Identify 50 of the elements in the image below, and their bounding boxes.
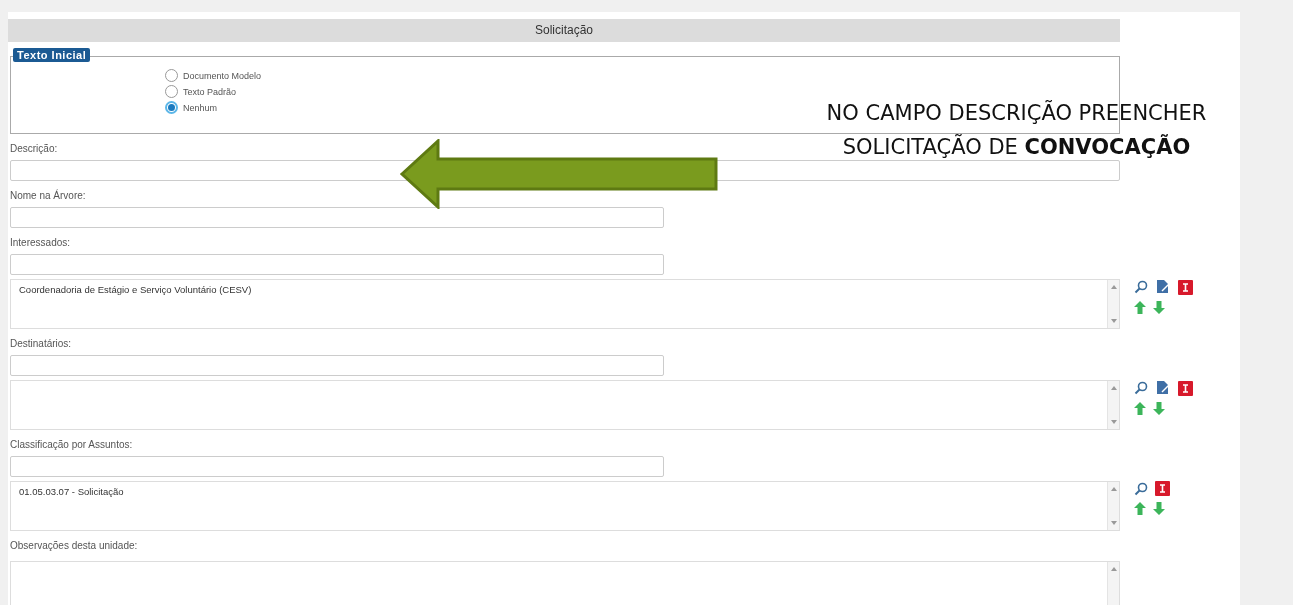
search-icon[interactable]	[1134, 481, 1148, 496]
scroll-down-icon[interactable]	[1110, 521, 1117, 525]
field-label: Nome na Árvore:	[10, 190, 86, 202]
text-area[interactable]	[10, 561, 1120, 605]
field-label: Classificação por Assuntos:	[10, 439, 133, 451]
scroll-up-icon[interactable]	[1110, 285, 1117, 289]
list-item[interactable]: Coordenadoria de Estágio e Serviço Voluntário (CESV)	[19, 284, 252, 295]
search-icon[interactable]	[1134, 381, 1148, 395]
list-item[interactable]: 01.05.03.07 - Solicitação	[19, 486, 124, 497]
radio-label: Texto Padrão	[183, 86, 237, 97]
radio-button[interactable]	[165, 85, 178, 98]
scroll-down-icon[interactable]	[1110, 420, 1117, 424]
field-label: Interessados:	[10, 237, 71, 249]
scrollbar[interactable]	[1107, 381, 1119, 429]
list-box[interactable]	[10, 380, 1120, 430]
search-field[interactable]	[10, 355, 664, 376]
scroll-up-icon[interactable]	[1110, 386, 1117, 390]
field-label: Descrição:	[10, 143, 58, 155]
edit-icon[interactable]	[1155, 279, 1171, 295]
group-legend: Texto Inicial	[13, 48, 91, 62]
annotation-text: NO CAMPO DESCRIÇÃO PREENCHER SOLICITAÇÃO DE CONVOCAÇÃO	[825, 99, 1208, 161]
down-arrow-icon[interactable]	[1153, 402, 1165, 415]
text-field[interactable]	[10, 207, 664, 228]
radio-button[interactable]	[165, 69, 178, 82]
search-field[interactable]	[10, 254, 664, 275]
scrollbar[interactable]	[1107, 482, 1119, 530]
radio-button[interactable]	[165, 101, 178, 114]
search-icon[interactable]	[1134, 280, 1148, 294]
up-arrow-icon[interactable]	[1134, 301, 1146, 314]
list-box[interactable]: Coordenadoria de Estágio e Serviço Voluntário (CESV)	[10, 279, 1120, 329]
search-field[interactable]	[10, 456, 664, 477]
field-label: Destinatários:	[10, 338, 72, 350]
radio-label: Documento Modelo	[183, 70, 262, 81]
list-box[interactable]: 01.05.03.07 - Solicitação	[10, 481, 1120, 531]
remove-icon[interactable]	[1178, 279, 1193, 295]
edit-icon[interactable]	[1155, 380, 1171, 396]
down-arrow-icon[interactable]	[1153, 301, 1165, 314]
section-header: Solicitação	[8, 19, 1120, 42]
remove-icon[interactable]	[1178, 380, 1193, 396]
up-arrow-icon[interactable]	[1134, 502, 1146, 515]
radio-label: Nenhum	[183, 102, 218, 113]
scroll-down-icon[interactable]	[1110, 319, 1117, 323]
down-arrow-icon[interactable]	[1153, 502, 1165, 515]
scrollbar[interactable]	[1107, 562, 1119, 605]
remove-icon[interactable]	[1155, 481, 1170, 496]
scrollbar[interactable]	[1107, 280, 1119, 328]
scroll-up-icon[interactable]	[1110, 567, 1117, 571]
scroll-up-icon[interactable]	[1110, 487, 1117, 491]
up-arrow-icon[interactable]	[1134, 402, 1146, 415]
field-label: Observações desta unidade:	[10, 540, 138, 552]
